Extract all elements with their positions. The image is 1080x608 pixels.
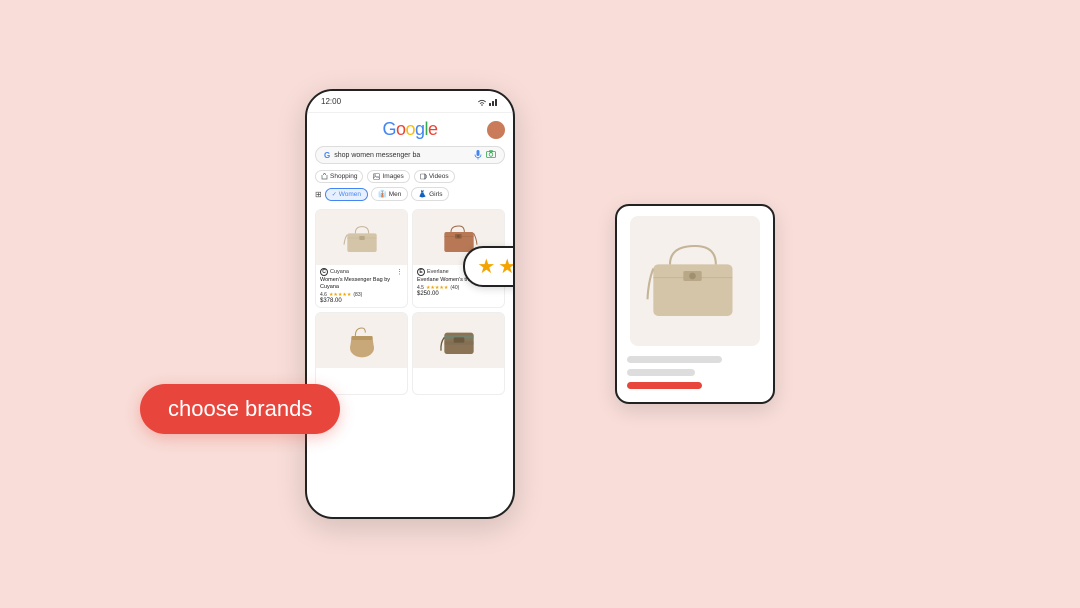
price-2: $250.00	[417, 291, 500, 297]
bag-svg-1	[342, 218, 382, 258]
girls-tab-label: Girls	[429, 191, 442, 198]
phone-mockup: 12:00 Google	[305, 89, 515, 519]
mic-icon[interactable]	[474, 150, 482, 160]
category-tabs: ⊞ ✓ Women 👔 Men 👗 Girls	[315, 187, 505, 201]
detail-subtitle-placeholder	[627, 369, 695, 376]
product-card-1[interactable]: C Cuyana ⋮ Women's Messenger Bag by Cuya…	[315, 209, 408, 308]
detail-bag-image	[630, 216, 760, 346]
product-image-4	[413, 313, 504, 368]
women-tab-label: Women	[339, 191, 361, 198]
time-display: 12:00	[321, 97, 341, 106]
product-title-1: Women's Messenger Bag by Cuyana	[320, 277, 403, 291]
product-grid: C Cuyana ⋮ Women's Messenger Bag by Cuya…	[315, 209, 505, 395]
star-1: ★	[477, 254, 495, 279]
product-image-1	[316, 210, 407, 265]
avatar	[487, 121, 505, 139]
more-options-1[interactable]: ⋮	[396, 268, 403, 276]
bag-svg-3	[342, 321, 382, 361]
stars-rating-tooltip: ★ ★ ★ ★ ★	[463, 246, 515, 287]
images-tab-label: Images	[382, 173, 403, 180]
scene: 12:00 Google	[90, 44, 990, 564]
wifi-icon	[477, 98, 487, 106]
men-tab-label: Men	[389, 191, 402, 198]
brand-letter-2: E	[417, 268, 425, 276]
images-icon	[373, 173, 380, 180]
grid-view-icon[interactable]: ⊞	[315, 190, 322, 199]
google-header: Google	[315, 119, 505, 140]
signal-icons	[477, 98, 499, 106]
search-icons	[474, 150, 496, 160]
search-query: shop women messenger ba	[334, 152, 474, 159]
google-logo: Google	[382, 119, 437, 140]
price-1: $378.00	[320, 298, 403, 304]
review-count-1: (83)	[353, 292, 362, 298]
shopping-tab-label: Shopping	[330, 173, 357, 180]
product-info-4	[413, 368, 504, 394]
product-card-3[interactable]	[315, 312, 408, 395]
brand-name-1: C Cuyana	[320, 268, 349, 276]
detail-price-bar	[627, 382, 702, 389]
category-tab-men[interactable]: 👔 Men	[371, 187, 408, 201]
product-card-4[interactable]	[412, 312, 505, 395]
product-image-3	[316, 313, 407, 368]
brand-row-1: C Cuyana ⋮	[320, 268, 403, 276]
product-info-1: C Cuyana ⋮ Women's Messenger Bag by Cuya…	[316, 265, 407, 307]
star-2: ★	[498, 254, 515, 279]
filter-tab-shopping[interactable]: Shopping	[315, 170, 363, 183]
brand-name-2: E Everlane	[417, 268, 449, 276]
filter-tab-images[interactable]: Images	[367, 170, 409, 183]
filter-tabs: Shopping Images Videos	[315, 170, 505, 183]
product-detail-card	[615, 204, 775, 404]
detail-bag-svg	[645, 236, 745, 326]
filter-tab-videos[interactable]: Videos	[414, 170, 455, 183]
search-bar[interactable]: G shop women messenger ba	[315, 146, 505, 164]
camera-icon[interactable]	[486, 150, 496, 158]
choose-brands-button[interactable]: choose brands	[140, 384, 340, 434]
shopping-icon	[321, 173, 328, 180]
brand-letter-1: C	[320, 268, 328, 276]
review-count-2: (40)	[450, 285, 459, 291]
videos-icon	[420, 173, 427, 180]
signal-bars-icon	[489, 98, 499, 106]
status-bar: 12:00	[307, 91, 513, 113]
category-tab-women[interactable]: ✓ Women	[325, 188, 368, 201]
google-small-icon: G	[324, 151, 330, 160]
detail-product-info	[627, 356, 763, 389]
category-tab-girls[interactable]: 👗 Girls	[411, 187, 449, 201]
videos-tab-label: Videos	[429, 173, 449, 180]
detail-title-placeholder	[627, 356, 722, 363]
bag-svg-4	[439, 321, 479, 361]
